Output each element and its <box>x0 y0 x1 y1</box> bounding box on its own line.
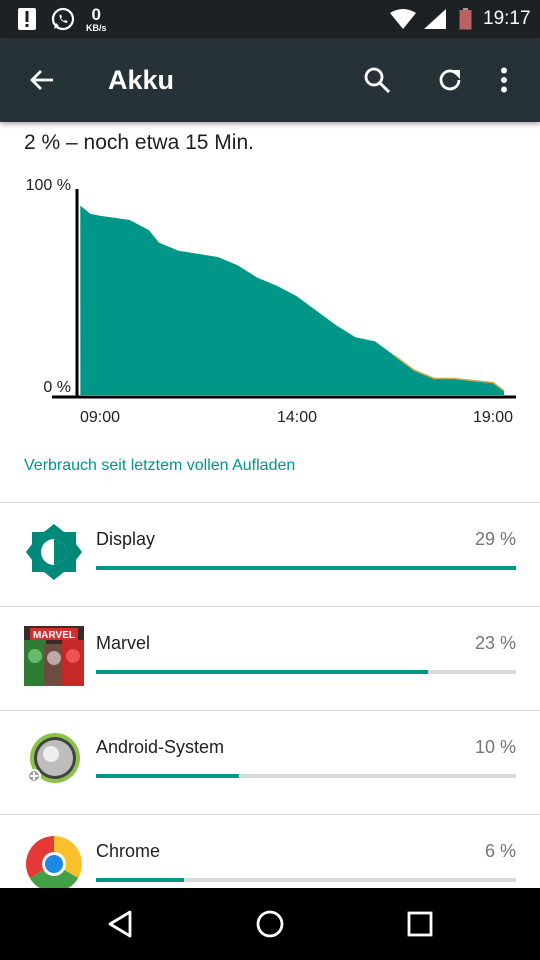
svg-text:MARVEL: MARVEL <box>33 630 75 641</box>
app-usage-percent: 23 % <box>474 633 516 653</box>
app-usage-row-android-system[interactable]: Android-System 10 % <box>0 710 540 814</box>
status-bar: 0 KB/s 19:17 <box>0 0 540 38</box>
marvel-app-icon: MARVEL <box>24 626 84 686</box>
more-vert-icon <box>501 67 507 93</box>
app-usage-percent: 10 % <box>474 737 516 757</box>
app-name: Display <box>96 529 156 549</box>
search-icon <box>364 67 391 94</box>
navigation-bar <box>0 888 540 960</box>
overflow-menu-button[interactable] <box>482 58 526 102</box>
whatsapp-icon <box>51 0 75 38</box>
y-axis-label-min: 0 % <box>43 379 71 396</box>
usage-since-full-charge-link[interactable]: Verbrauch seit letztem vollen Aufladen <box>24 457 295 475</box>
nav-home-button[interactable] <box>250 904 290 944</box>
usage-bar-fill <box>96 670 428 674</box>
alert-icon <box>18 0 36 38</box>
app-usage-percent: 29 % <box>474 529 516 549</box>
y-axis-label-max: 100 % <box>26 177 71 194</box>
nav-recents-button[interactable] <box>400 904 440 944</box>
app-usage-row-display[interactable]: Display 29 % <box>0 502 540 606</box>
app-name: Android-System <box>96 737 225 757</box>
app-bar: Akku <box>0 38 540 122</box>
nav-recents-icon <box>407 911 433 937</box>
back-button[interactable] <box>20 58 64 102</box>
usage-bar-fill <box>96 878 185 882</box>
data-rate-indicator: 0 KB/s <box>86 0 107 38</box>
status-time: 19:17 <box>483 8 531 29</box>
search-button[interactable] <box>355 58 399 102</box>
wifi-icon <box>390 0 416 38</box>
x-axis-label-1400: 14:00 <box>277 409 317 426</box>
data-rate-unit: KB/s <box>86 22 107 33</box>
usage-bar-fill <box>96 774 239 778</box>
back-arrow-icon <box>30 70 53 90</box>
nav-home-icon <box>256 910 284 938</box>
brightness-icon <box>24 522 84 582</box>
x-axis-label-1900: 19:00 <box>473 409 513 426</box>
nav-back-button[interactable] <box>100 904 140 944</box>
battery-low-icon <box>459 0 472 38</box>
battery-summary: 2 % – noch etwa 15 Min. <box>24 131 254 154</box>
refresh-icon <box>439 69 461 91</box>
usage-bar-track <box>96 670 516 674</box>
x-axis-label-0900: 09:00 <box>80 409 120 426</box>
app-name: Marvel <box>96 633 151 653</box>
data-rate-value: 0 <box>91 4 101 24</box>
android-system-icon <box>24 730 84 790</box>
battery-history-chart[interactable]: 100 % 0 % 09:00 14:00 19:00 <box>0 165 540 435</box>
usage-bar-track <box>96 878 516 882</box>
battery-level-area <box>80 205 505 395</box>
page-title: Akku <box>108 65 175 95</box>
nav-back-icon <box>108 910 132 938</box>
refresh-button[interactable] <box>428 58 472 102</box>
usage-bar-track <box>96 774 516 778</box>
signal-icon <box>424 0 446 38</box>
usage-bar-track <box>96 566 516 570</box>
app-usage-row-marvel[interactable]: MARVEL Marvel 23 % <box>0 606 540 710</box>
chrome-icon <box>24 834 84 894</box>
app-usage-percent: 6 % <box>484 841 516 861</box>
usage-bar-fill <box>96 566 516 570</box>
app-name: Chrome <box>96 841 161 861</box>
